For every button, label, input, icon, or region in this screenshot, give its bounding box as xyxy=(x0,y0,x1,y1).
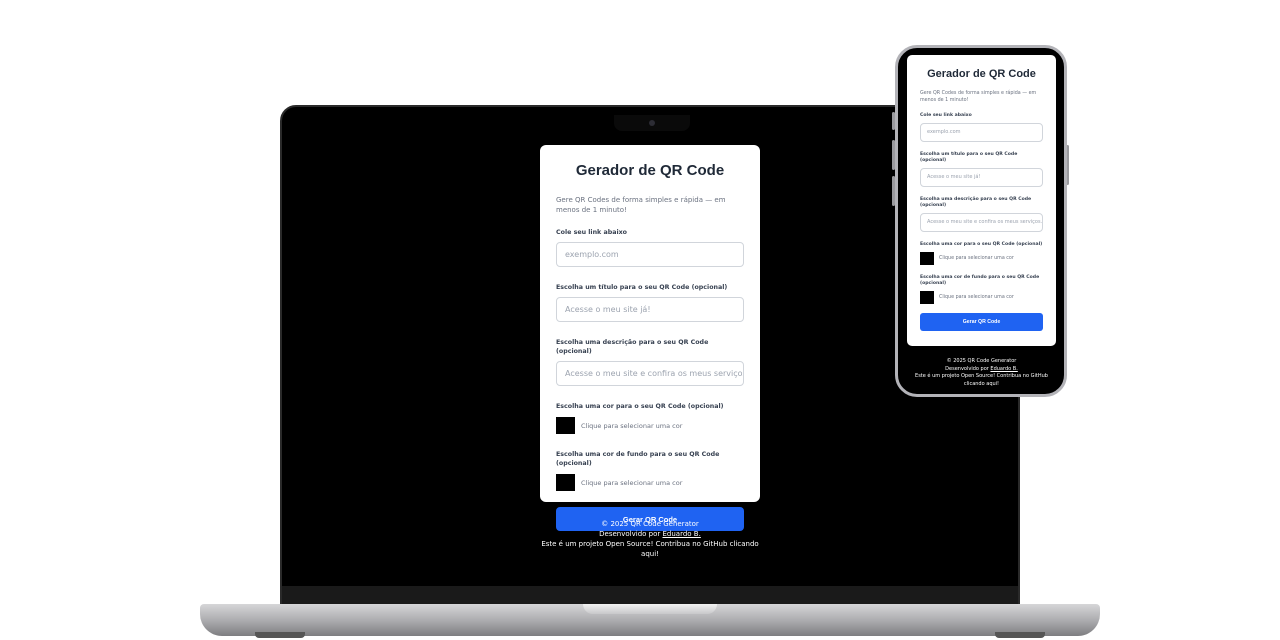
link-label: Cole seu link abaixo xyxy=(556,229,627,236)
footer-developed-by: Desenvolvido por xyxy=(599,530,661,538)
laptop-foot-left xyxy=(255,632,305,638)
mobile-description-input[interactable]: Acesse o meu site e confira os meus serv… xyxy=(920,213,1043,232)
mobile-bg-color-picker-row: Clique para selecionar uma cor xyxy=(920,291,1043,304)
page-title: Gerador de QR Code xyxy=(575,162,725,179)
mobile-footer-open-source-link[interactable]: Este é um projeto Open Source! Contribua… xyxy=(907,373,1056,388)
mobile-description-label: Escolha uma descrição para o seu QR Code… xyxy=(920,197,1032,208)
laptop-base-notch xyxy=(583,604,717,614)
mobile-page-title: Gerador de QR Code xyxy=(927,68,1036,80)
title-input[interactable]: Acesse o meu site já! xyxy=(556,297,744,322)
camera-icon xyxy=(649,120,655,126)
bg-color-label: Escolha uma cor de fundo para o seu QR C… xyxy=(556,451,720,467)
footer-copyright: © 2025 QR Code Generator xyxy=(601,520,699,528)
qr-color-swatch[interactable] xyxy=(556,417,575,434)
mobile-generate-qr-button[interactable]: Gerar QR Code xyxy=(920,313,1043,331)
mobile-link-label: Cole seu link abaixo xyxy=(920,113,972,118)
desktop-footer: © 2025 QR Code Generator Desenvolvido po… xyxy=(540,519,760,559)
mobile-bg-color-label: Escolha uma cor de fundo para o seu QR C… xyxy=(920,275,1040,286)
bg-color-swatch[interactable] xyxy=(556,474,575,491)
mobile-color-hint: Clique para selecionar uma cor xyxy=(939,256,1014,261)
mobile-bg-color-swatch[interactable] xyxy=(920,291,934,304)
mobile-color-picker-row: Clique para selecionar uma cor xyxy=(920,252,1043,265)
mobile-link-input[interactable]: exemplo.com xyxy=(920,123,1043,142)
laptop-notch xyxy=(614,115,690,131)
laptop-foot-right xyxy=(995,632,1045,638)
mobile-author-link[interactable]: Eduardo B. xyxy=(990,366,1017,372)
mobile-footer-developer: Desenvolvido por Eduardo B. xyxy=(907,366,1056,374)
mobile-color-label: Escolha uma cor para o seu QR Code (opci… xyxy=(920,242,1043,247)
description-label: Escolha uma descrição para o seu QR Code… xyxy=(556,339,709,355)
desktop-form-card: Gerador de QR Code Gere QR Codes de form… xyxy=(540,145,760,531)
mobile-footer-developed-by: Desenvolvido por xyxy=(945,365,989,372)
mobile-footer-copyright: © 2025 QR Code Generator xyxy=(946,358,1017,364)
bg-color-picker-row: Clique para selecionar uma cor xyxy=(556,474,744,491)
mobile-title-input[interactable]: Acesse o meu site já! xyxy=(920,168,1043,187)
color-hint: Clique para selecionar uma cor xyxy=(581,421,683,430)
mobile-title-label: Escolha um título para o seu QR Code (op… xyxy=(920,152,1018,163)
link-input[interactable]: exemplo.com xyxy=(556,242,744,267)
bg-color-hint: Clique para selecionar uma cor xyxy=(581,478,683,487)
page-subtitle: Gere QR Codes de forma simples e rápida … xyxy=(556,196,726,214)
mobile-page-subtitle: Gere QR Codes de forma simples e rápida … xyxy=(920,91,1037,103)
footer-developer: Desenvolvido por Eduardo B. xyxy=(540,529,760,539)
color-picker-row: Clique para selecionar uma cor xyxy=(556,417,744,434)
mobile-qr-color-swatch[interactable] xyxy=(920,252,934,265)
laptop-base xyxy=(200,604,1100,636)
color-label: Escolha uma cor para o seu QR Code (opci… xyxy=(556,403,724,410)
title-label: Escolha um título para o seu QR Code (op… xyxy=(556,284,728,291)
mobile-footer: © 2025 QR Code Generator Desenvolvido po… xyxy=(907,358,1056,388)
author-link[interactable]: Eduardo B. xyxy=(663,530,701,538)
footer-open-source-link[interactable]: Este é um projeto Open Source! Contribua… xyxy=(540,539,760,559)
description-input[interactable]: Acesse o meu site e confira os meus serv… xyxy=(556,361,744,386)
mobile-bg-color-hint: Clique para selecionar uma cor xyxy=(939,295,1014,300)
mobile-form-card: Gerador de QR Code Gere QR Codes de form… xyxy=(907,55,1056,346)
